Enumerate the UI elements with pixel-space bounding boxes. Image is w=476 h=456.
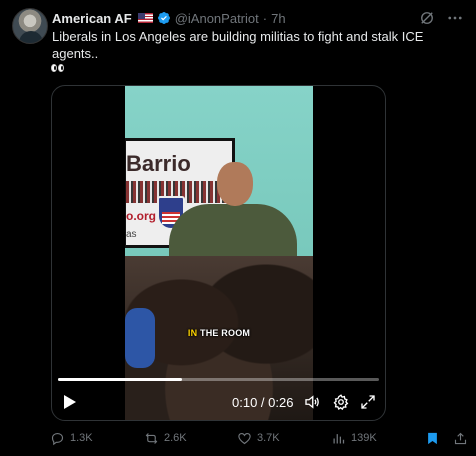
author-handle[interactable]: @iAnonPatriot (175, 11, 259, 26)
author-name[interactable]: American AF (52, 11, 132, 26)
grok-icon[interactable] (418, 9, 436, 27)
duration: 0:26 (268, 395, 294, 410)
eyes-emoji-icon (51, 61, 64, 75)
like-button[interactable]: 3.7K (237, 428, 280, 448)
share-icon (454, 432, 467, 444)
tweet[interactable]: American AF @iAnonPatriot · 7h Liberals … (0, 0, 476, 456)
banner-url: o.org (126, 209, 156, 223)
video-progress-fill (58, 378, 182, 381)
video-time: 0:10 / 0:26 (232, 395, 293, 410)
banner-side-text: as (126, 229, 137, 240)
verified-badge-icon[interactable] (157, 11, 171, 25)
views-count: 139K (351, 432, 377, 444)
repost-count: 2.6K (164, 432, 187, 444)
share-button[interactable] (453, 428, 468, 448)
reply-button[interactable]: 1.3K (50, 428, 93, 448)
avatar[interactable] (12, 8, 48, 44)
video-controls: 0:10 / 0:26 (52, 390, 385, 414)
settings-gear-icon[interactable] (332, 393, 350, 411)
bookmark-button[interactable] (425, 428, 440, 448)
like-count: 3.7K (257, 432, 280, 444)
repost-icon (145, 432, 158, 444)
separator-dot: · (262, 10, 268, 26)
time-separator: / (257, 395, 269, 410)
more-options-icon[interactable] (446, 9, 464, 27)
views-button[interactable]: 139K (331, 428, 377, 448)
speaker-head (217, 162, 253, 206)
reply-icon (51, 432, 64, 445)
current-time: 0:10 (232, 395, 258, 410)
caption-rest: THE ROOM (197, 328, 251, 338)
bookmark-icon (428, 432, 437, 444)
tweet-actions: 1.3K 2.6K 3.7K 139K (50, 428, 467, 448)
video-frame[interactable]: Barrio o.org as IN THE ROOM (125, 86, 313, 420)
reply-count: 1.3K (70, 432, 93, 444)
banner-title: Barrio (126, 151, 191, 176)
video-progress-bar[interactable] (58, 378, 379, 381)
video-player[interactable]: Barrio o.org as IN THE ROOM 0:10 / 0:26 (51, 85, 386, 421)
views-bar-chart-icon (333, 433, 345, 443)
volume-icon[interactable] (303, 393, 321, 411)
caption-highlight: IN (187, 328, 198, 338)
repost-button[interactable]: 2.6K (144, 428, 187, 448)
video-caption: IN THE ROOM (125, 328, 313, 338)
tweet-header: American AF @iAnonPatriot · 7h (52, 9, 464, 27)
fullscreen-icon[interactable] (359, 393, 377, 411)
play-icon[interactable] (63, 394, 77, 410)
us-flag-icon (137, 13, 153, 23)
tweet-time[interactable]: 7h (271, 11, 285, 26)
tweet-text: Liberals in Los Angeles are building mil… (52, 29, 424, 61)
heart-icon (238, 432, 251, 444)
